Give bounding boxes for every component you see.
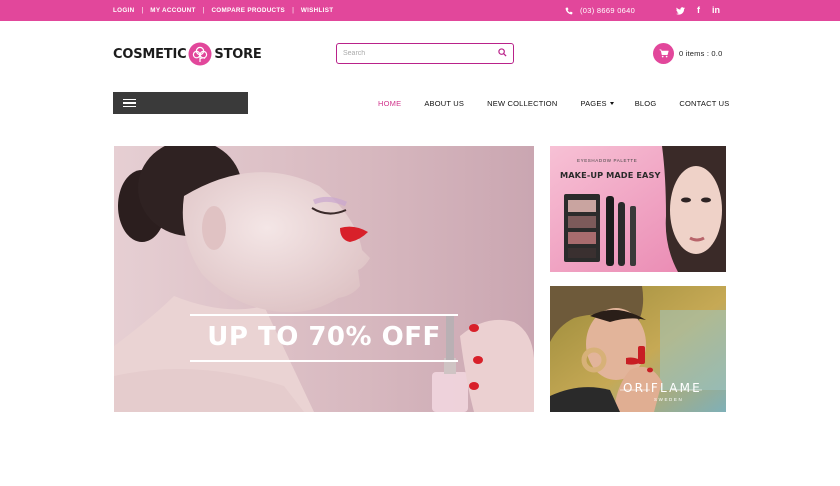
site-logo[interactable]: COSMETIC STORE	[113, 42, 262, 66]
social-links: f in	[676, 0, 732, 21]
facebook-icon[interactable]: f	[697, 6, 700, 15]
main-nav: HOME ABOUT US NEW COLLECTION PAGES BLOG …	[378, 92, 729, 114]
my-account-link[interactable]: MY ACCOUNT	[150, 7, 195, 14]
nav-pages[interactable]: PAGES	[580, 98, 614, 108]
menu-icon	[123, 98, 136, 108]
linkedin-icon[interactable]: in	[712, 6, 720, 15]
hero-photo	[114, 146, 534, 412]
nav-blog[interactable]: BLOG	[635, 99, 657, 108]
caret-down-icon	[609, 101, 614, 105]
phone-number: (03) 8669 0640	[580, 6, 636, 15]
makeup-promo-banner[interactable]: EYESHADOW PALETTE MAKE-UP MADE EASY	[550, 146, 726, 272]
search-input[interactable]	[343, 45, 493, 62]
link-separator: |	[141, 7, 144, 14]
search-box	[336, 43, 514, 64]
login-link[interactable]: LOGIN	[113, 7, 134, 14]
logo-flower-icon	[188, 42, 212, 66]
link-separator: |	[292, 7, 294, 14]
nav-contact-us[interactable]: CONTACT US	[679, 99, 729, 108]
oriflame-sub-text: SWEDEN	[654, 397, 684, 402]
phone-icon	[565, 7, 573, 14]
makeup-promo-photo	[550, 146, 726, 272]
phone-contact: (03) 8669 0640	[565, 0, 635, 21]
oriflame-promo-banner[interactable]: ORIFLAME SWEDEN	[550, 286, 726, 412]
nav-new-collection[interactable]: NEW COLLECTION	[487, 99, 557, 108]
logo-word-cosmetic: COSMETIC	[113, 46, 187, 62]
category-menu-button[interactable]	[113, 92, 248, 114]
cart-count-total: 0 items : 0.0	[679, 48, 723, 58]
wishlist-link[interactable]: WISHLIST	[301, 7, 333, 14]
hero-banner[interactable]: UP TO 70% OFF	[114, 146, 534, 412]
compare-products-link[interactable]: COMPARE PRODUCTS	[211, 7, 285, 14]
oriflame-brand-text: ORIFLAME	[623, 381, 702, 395]
hero-top-rule	[190, 314, 458, 316]
hero-bottom-rule	[190, 360, 458, 362]
cart-summary[interactable]: 0 items : 0.0	[653, 42, 723, 64]
account-links: LOGIN | MY ACCOUNT | COMPARE PRODUCTS | …	[113, 0, 333, 21]
nav-about-us[interactable]: ABOUT US	[424, 99, 464, 108]
makeup-headline: MAKE-UP MADE EASY	[560, 170, 661, 180]
search-icon[interactable]	[498, 48, 507, 57]
top-bar: LOGIN | MY ACCOUNT | COMPARE PRODUCTS | …	[0, 0, 840, 21]
link-separator: |	[202, 7, 205, 14]
twitter-icon[interactable]	[676, 6, 685, 15]
nav-pages-label: PAGES	[580, 98, 607, 108]
cart-icon	[659, 48, 669, 57]
logo-word-store: STORE	[214, 46, 262, 62]
cart-button[interactable]	[653, 42, 674, 64]
hero-promo-text: UP TO 70% OFF	[207, 322, 441, 352]
nav-home[interactable]: HOME	[378, 99, 401, 108]
makeup-kicker: EYESHADOW PALETTE	[577, 158, 638, 163]
